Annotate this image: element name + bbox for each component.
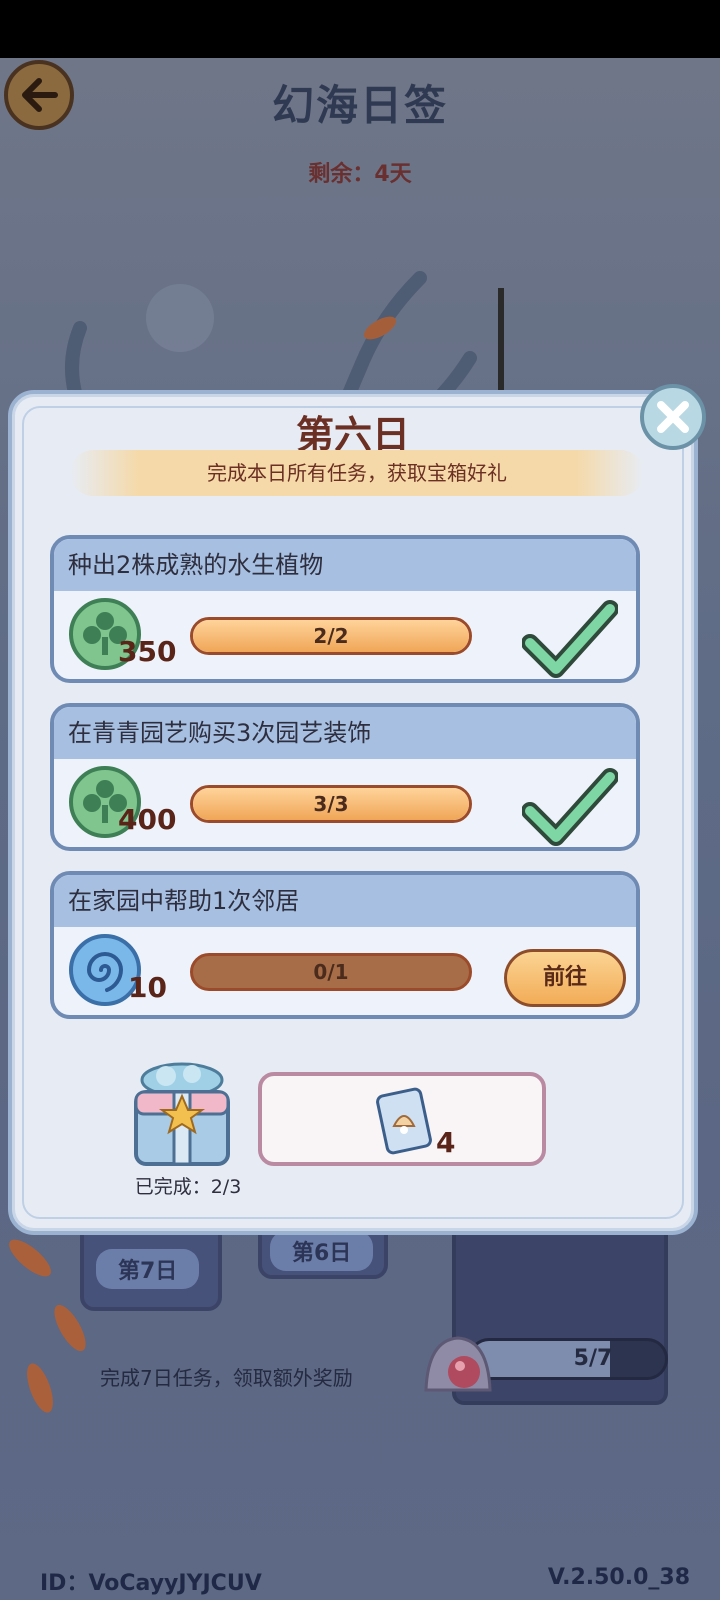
checkmark-icon	[522, 768, 618, 846]
chest-progress-label: 已完成：2/3	[134, 1176, 242, 1198]
day-6-label: 第6日	[270, 1231, 374, 1271]
bonus-progress-text: 5/7	[573, 1346, 613, 1371]
chest-reward-count: 4	[436, 1126, 456, 1159]
bonus-note: 完成7日任务，领取额外奖励	[100, 1366, 353, 1390]
pearl-shell-icon	[424, 1336, 492, 1392]
app-version: V.2.50.0_38	[547, 1565, 690, 1590]
task-progress-bar: 3/3	[190, 785, 472, 823]
reward-count: 350	[118, 635, 177, 668]
status-bar	[0, 0, 720, 58]
close-button[interactable]	[640, 384, 706, 450]
bonus-progress-bar: 5/7	[468, 1338, 668, 1380]
reward-count: 10	[128, 971, 167, 1004]
task-card: 在家园中帮助1次邻居 10 0/1 前往	[50, 871, 640, 1019]
task-progress-bar: 2/2	[190, 617, 472, 655]
dialog-subtitle: 完成本日所有任务，获取宝箱好礼	[70, 450, 644, 496]
player-id: ID：VoCayyJYJCUV	[40, 1571, 262, 1596]
go-button[interactable]: 前往	[504, 949, 626, 1007]
task-progress-text: 0/1	[313, 960, 349, 984]
remaining-days: 剩余：4天	[308, 162, 412, 187]
treasure-chest-icon[interactable]	[130, 1058, 234, 1170]
task-card: 种出2株成熟的水生植物 350 2/2	[50, 535, 640, 683]
reward-count: 400	[118, 803, 177, 836]
page-title: 幻海日签	[271, 81, 448, 130]
task-card: 在青青园艺购买3次园艺装饰 400 3/3	[50, 703, 640, 851]
task-progress-bar: 0/1	[190, 953, 472, 991]
chest-reward-box: 4	[258, 1072, 546, 1166]
day-7-label: 第7日	[96, 1249, 200, 1289]
task-title: 在青青园艺购买3次园艺装饰	[54, 707, 636, 759]
shell-scroll-icon	[376, 1087, 432, 1155]
close-icon	[657, 401, 689, 433]
task-title: 种出2株成熟的水生植物	[54, 539, 636, 591]
task-progress-text: 2/2	[313, 624, 349, 648]
task-title: 在家园中帮助1次邻居	[54, 875, 636, 927]
checkmark-icon	[522, 600, 618, 678]
task-progress-text: 3/3	[313, 792, 349, 816]
